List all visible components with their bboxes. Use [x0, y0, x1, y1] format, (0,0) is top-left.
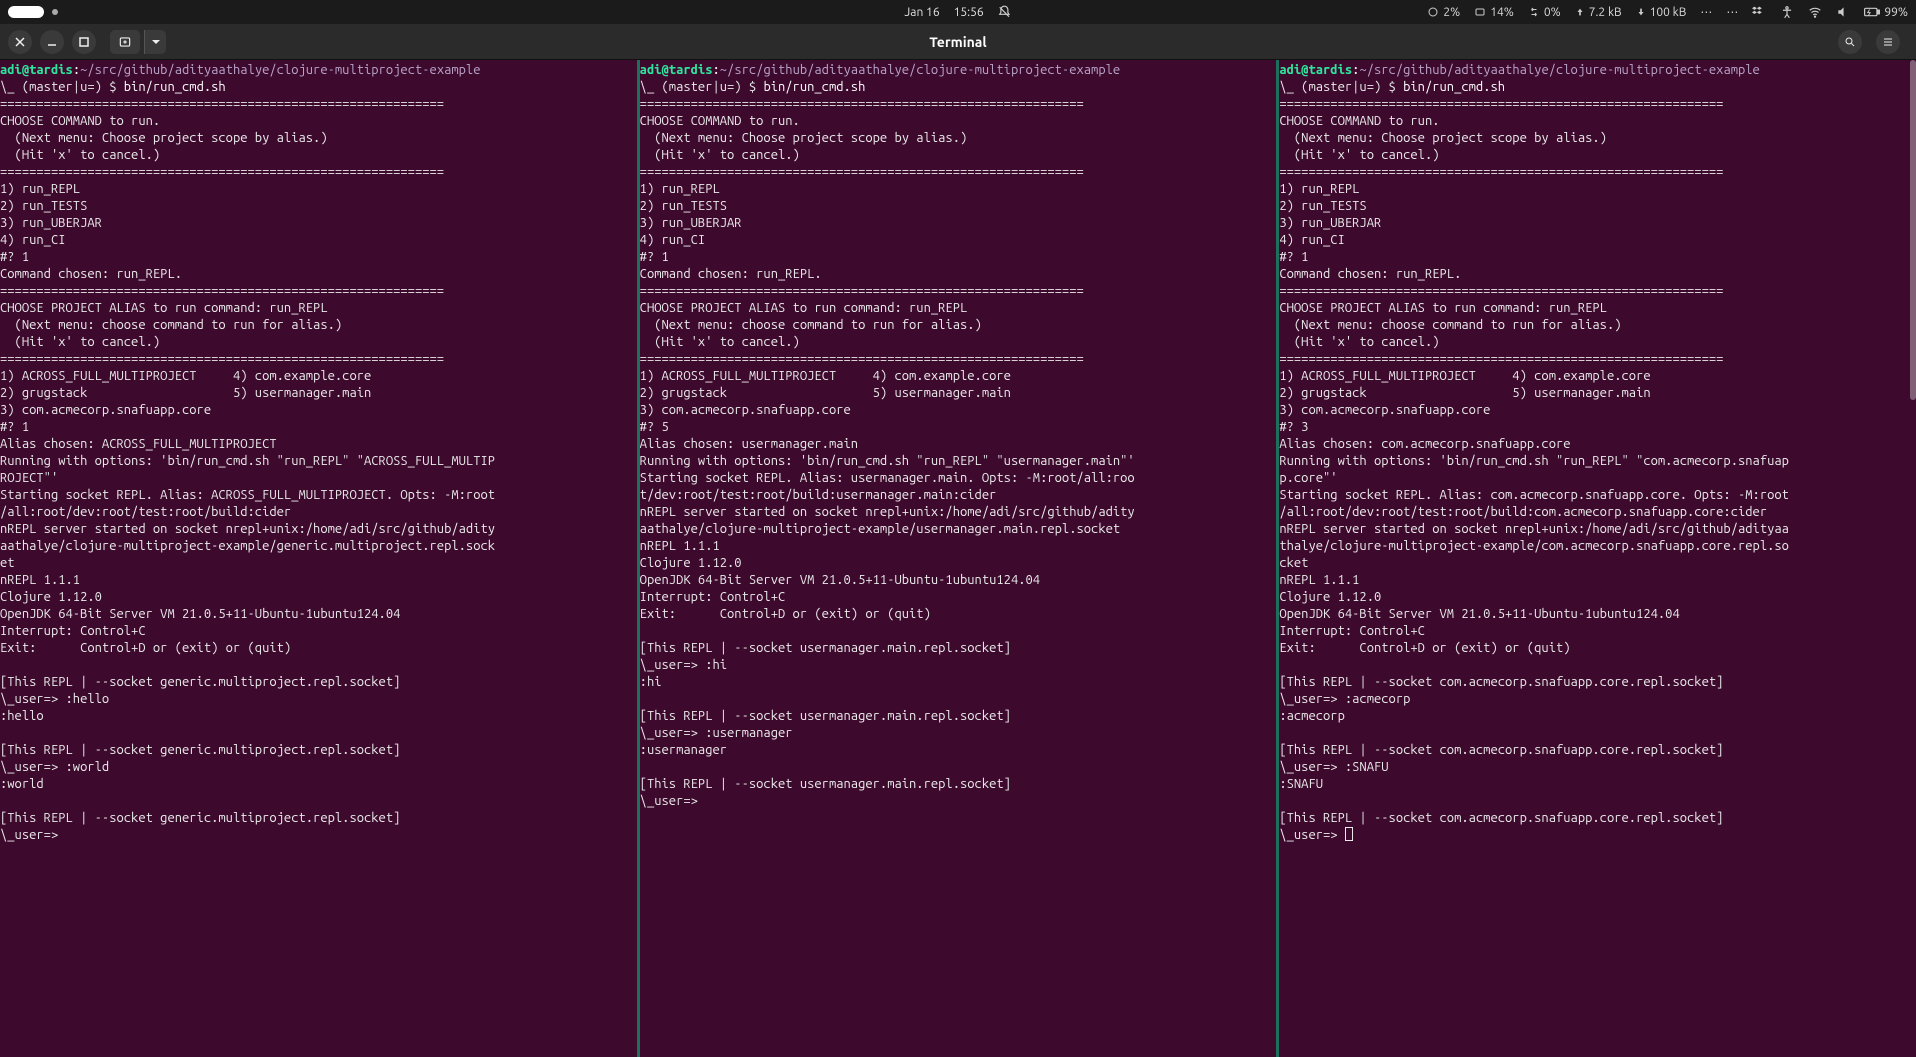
- battery-pct: 99%: [1884, 6, 1908, 19]
- ellipsis-icon-2[interactable]: ⋯: [1726, 5, 1738, 19]
- gnome-top-bar: Jan 16 15:56 2% 14% 0% 7.2 kB 100 kB: [0, 0, 1916, 24]
- battery-metric[interactable]: 99%: [1864, 6, 1908, 19]
- window-controls-right: [1838, 30, 1908, 54]
- maximize-button[interactable]: [72, 30, 96, 54]
- terminal-pane-1[interactable]: adi@tardis:~/src/github/adityaathalye/cl…: [0, 60, 637, 1057]
- scrollbar-track[interactable]: [1910, 60, 1916, 1057]
- terminal-pane-3[interactable]: adi@tardis:~/src/github/adityaathalye/cl…: [1276, 60, 1916, 1057]
- ellipsis-icon[interactable]: ⋯: [1700, 5, 1712, 19]
- cpu-metric: 2%: [1427, 6, 1460, 19]
- dnd-icon: [998, 5, 1012, 19]
- net-down-metric: 100 kB: [1636, 6, 1687, 19]
- tab-menu-button[interactable]: [144, 30, 166, 54]
- swap-metric: 0%: [1528, 6, 1561, 19]
- terminal-content: adi@tardis:~/src/github/adityaathalye/cl…: [0, 60, 1916, 1057]
- search-button[interactable]: [1838, 30, 1862, 54]
- close-button[interactable]: [8, 30, 32, 54]
- dropbox-icon[interactable]: [1752, 5, 1766, 19]
- mem-pct: 14%: [1490, 6, 1514, 19]
- a11y-icon[interactable]: [1780, 5, 1794, 19]
- terminal-cursor: [1345, 827, 1353, 841]
- scrollbar-thumb[interactable]: [1910, 60, 1916, 400]
- net-up-metric: 7.2 kB: [1575, 6, 1622, 19]
- cpu-pct: 2%: [1443, 6, 1460, 19]
- minimize-button[interactable]: [40, 30, 64, 54]
- net-up: 7.2 kB: [1589, 6, 1622, 19]
- net-down: 100 kB: [1650, 6, 1687, 19]
- window-title: Terminal: [929, 34, 986, 50]
- window-controls-left: [8, 30, 174, 54]
- clock-date: Jan 16: [904, 6, 939, 19]
- hamburger-menu-button[interactable]: [1876, 30, 1900, 54]
- volume-icon[interactable]: [1836, 5, 1850, 19]
- activities-pill[interactable]: [8, 6, 44, 18]
- mem-metric: 14%: [1474, 6, 1514, 19]
- new-tab-button[interactable]: [110, 30, 140, 54]
- wifi-icon[interactable]: [1808, 5, 1822, 19]
- clock-time: 15:56: [954, 6, 984, 19]
- terminal-pane-2[interactable]: adi@tardis:~/src/github/adityaathalye/cl…: [637, 60, 1277, 1057]
- workspace-dot: [52, 9, 58, 15]
- clock-area[interactable]: Jan 16 15:56: [904, 5, 1011, 19]
- sys-tray: 2% 14% 0% 7.2 kB 100 kB ⋯ ⋯: [1427, 5, 1908, 19]
- window-titlebar: Terminal: [0, 24, 1916, 60]
- swap-pct: 0%: [1544, 6, 1561, 19]
